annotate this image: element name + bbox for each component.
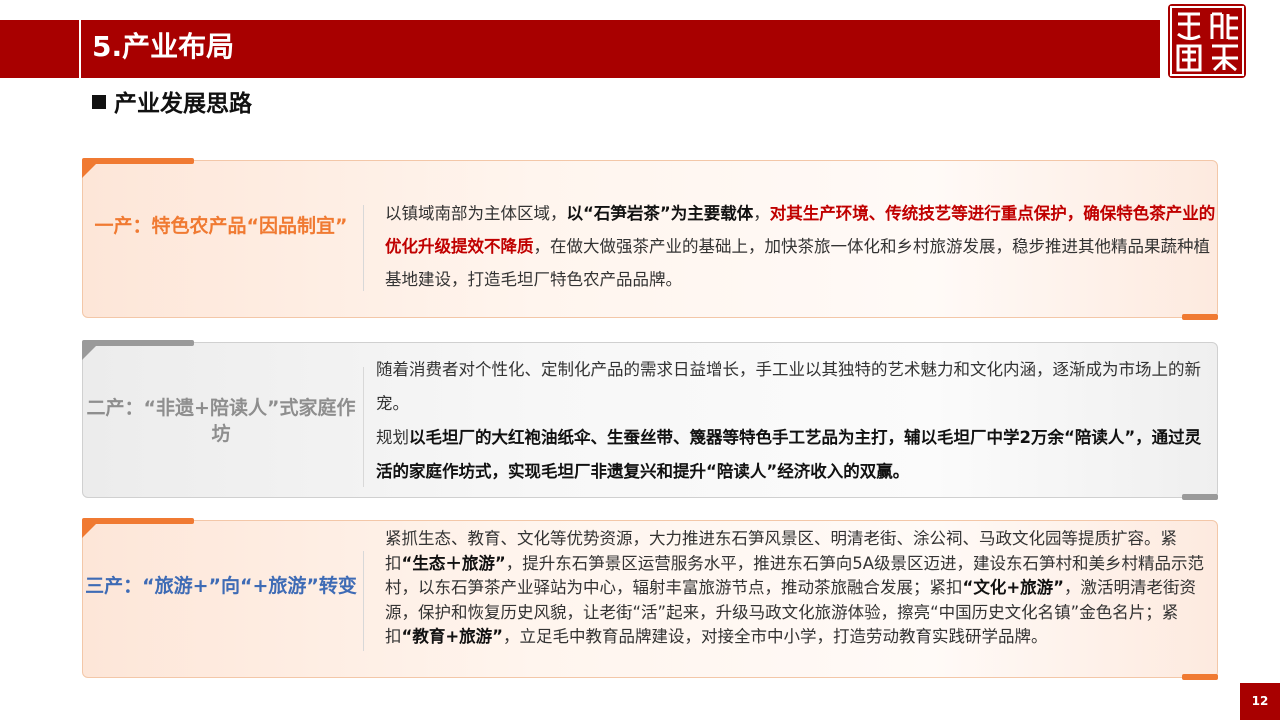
- card-text-run: “教育+旅游”: [401, 627, 504, 646]
- card-text-run: ，: [753, 204, 770, 223]
- card-accent-top: [82, 158, 194, 164]
- card-text-run: 规划: [376, 428, 409, 447]
- card-divider: [363, 551, 364, 651]
- card-label: 三产：“旅游+”向“+旅游”转变: [85, 575, 357, 597]
- card-text-run: “文化+旅游”: [962, 578, 1065, 597]
- card-body: 以镇域南部为主体区域，以“石笋岩茶”为主要载体，对其生产环境、传统技艺等进行重点…: [385, 197, 1217, 296]
- card-body: 紧抓生态、教育、文化等优势资源，大力推进东石笋风景区、明清老街、涂公祠、马政文化…: [385, 527, 1215, 650]
- card-accent-bottom: [1182, 494, 1218, 500]
- card-text-run: 以“石笋岩茶”为主要载体: [566, 204, 754, 223]
- section-heading: 产业发展思路: [92, 86, 252, 122]
- page-number: 12: [1240, 683, 1280, 720]
- page-title: 5.产业布局: [92, 30, 235, 63]
- industry-card-tertiary: 三产：“旅游+”向“+旅游”转变 紧抓生态、教育、文化等优势资源，大力推进东石笋…: [82, 518, 1218, 680]
- seal-logo-icon: [1168, 4, 1246, 78]
- card-body: 随着消费者对个性化、定制化产品的需求日益增长，手工业以其独特的艺术魅力和文化内涵…: [376, 353, 1206, 489]
- card-text-run: 以毛坦厂的大红袍油纸伞、生蚕丝带、篾器等特色手工艺品为主打，辅以毛坦厂中学2万余…: [376, 428, 1202, 481]
- industry-card-primary: 一产：特色农产品“因品制宜” 以镇域南部为主体区域，以“石笋岩茶”为主要载体，对…: [82, 158, 1218, 320]
- card-accent-bottom: [1182, 314, 1218, 320]
- card-text-run: ，立足毛中教育品牌建设，对接全市中小学，打造劳动教育实践研学品牌。: [503, 627, 1048, 646]
- card-divider: [363, 205, 364, 291]
- header-bar: 5.产业布局: [0, 20, 1160, 78]
- section-heading-text: 产业发展思路: [114, 91, 252, 117]
- card-accent-bottom: [1182, 674, 1218, 680]
- square-bullet-icon: [92, 95, 106, 109]
- industry-card-secondary: 二产：“非遗+陪读人”式家庭作坊 随着消费者对个性化、定制化产品的需求日益增长，…: [82, 340, 1218, 500]
- card-text-run: 随着消费者对个性化、定制化产品的需求日益增长，手工业以其独特的艺术魅力和文化内涵…: [376, 360, 1201, 413]
- card-text-run: “生态＋旅游”: [401, 553, 506, 573]
- card-text-run: 以镇域南部为主体区域，: [385, 204, 567, 223]
- header-divider: [79, 20, 81, 78]
- card-divider: [363, 367, 364, 487]
- card-label: 一产：特色农产品“因品制宜”: [94, 215, 348, 237]
- card-label: 二产：“非遗+陪读人”式家庭作坊: [86, 397, 356, 445]
- card-accent-top: [82, 340, 194, 346]
- card-accent-top: [82, 518, 194, 524]
